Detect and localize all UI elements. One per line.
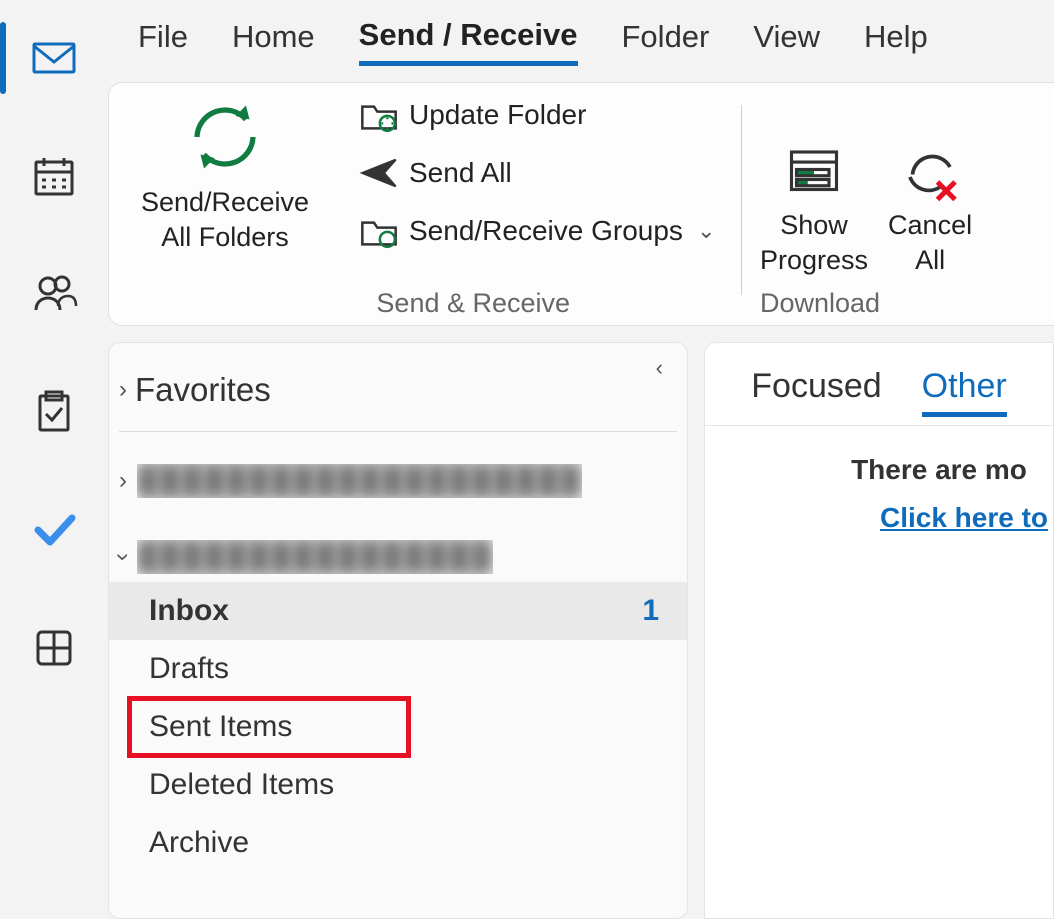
account-1-name: ████████████████████: [137, 464, 582, 498]
rail-people[interactable]: [24, 264, 84, 324]
chevron-right-icon: ›: [119, 376, 127, 404]
click-here-link[interactable]: Click here to: [705, 502, 1053, 534]
sync-cancel-icon: [900, 142, 960, 202]
check-icon: [30, 506, 78, 554]
send-icon: [359, 153, 399, 193]
folder-sent-items[interactable]: Sent Items: [129, 698, 409, 756]
cancel-all-button[interactable]: Cancel All: [888, 142, 972, 278]
message-list-pane: Focused Other There are mo Click here to: [704, 342, 1054, 919]
grid-icon: [30, 624, 78, 672]
clipboard-check-icon: [30, 388, 78, 436]
progress-window-icon: [784, 142, 844, 202]
send-all-label: Send All: [409, 157, 512, 189]
people-icon: [30, 270, 78, 318]
collapse-pane-button[interactable]: ‹: [656, 355, 663, 381]
folder-drafts[interactable]: Drafts: [109, 640, 687, 698]
favorites-label: Favorites: [135, 371, 271, 409]
menu-help[interactable]: Help: [864, 19, 928, 63]
folder-archive[interactable]: Archive: [109, 814, 687, 872]
folder-inbox[interactable]: Inbox 1: [109, 582, 687, 640]
mail-icon: [30, 34, 78, 82]
rail-tasks[interactable]: [24, 382, 84, 442]
show-progress-button[interactable]: Show Progress: [760, 142, 868, 278]
favorites-header[interactable]: › Favorites: [109, 353, 687, 427]
app-nav-rail: [0, 0, 108, 919]
account-2-name: ████████████████: [137, 540, 493, 574]
update-folder-button[interactable]: Update Folder: [359, 95, 715, 135]
menu-home[interactable]: Home: [232, 19, 315, 63]
rail-mail[interactable]: [24, 28, 84, 88]
send-receive-groups-button[interactable]: Send/Receive Groups ⌄: [359, 211, 715, 251]
folder-label: Inbox: [149, 594, 229, 628]
calendar-icon: [30, 152, 78, 200]
folder-pane: ‹ › Favorites › ████████████████████ › █…: [108, 342, 688, 919]
folder-sync-groups-icon: [359, 211, 399, 251]
menu-bar: File Home Send / Receive Folder View Hel…: [108, 0, 1054, 82]
send-receive-all-button[interactable]: Send/Receive All Folders: [141, 95, 309, 255]
folder-label: Archive: [149, 826, 249, 860]
chevron-down-icon: ›: [109, 553, 137, 561]
cancel-all-label: Cancel All: [888, 208, 972, 278]
chevron-right-icon: ›: [119, 467, 127, 495]
account-1-row[interactable]: › ████████████████████: [109, 456, 687, 506]
update-folder-label: Update Folder: [409, 99, 586, 131]
ribbon: Send/Receive All Folders Update Folder: [108, 82, 1054, 326]
menu-view[interactable]: View: [753, 19, 820, 63]
divider: [119, 431, 677, 432]
tab-focused[interactable]: Focused: [751, 367, 881, 417]
folder-label: Drafts: [149, 652, 229, 686]
focused-other-tabs: Focused Other: [705, 367, 1053, 426]
menu-send-receive[interactable]: Send / Receive: [359, 17, 578, 66]
chevron-down-icon: ⌄: [697, 218, 715, 244]
rail-calendar[interactable]: [24, 146, 84, 206]
account-2-row[interactable]: › ████████████████: [109, 532, 687, 582]
show-progress-label: Show Progress: [760, 208, 868, 278]
ribbon-group-label-download: Download: [760, 288, 880, 319]
send-receive-all-label: Send/Receive All Folders: [141, 185, 309, 255]
menu-folder[interactable]: Folder: [622, 19, 710, 63]
rail-apps[interactable]: [24, 618, 84, 678]
tab-other[interactable]: Other: [922, 367, 1007, 417]
send-all-button[interactable]: Send All: [359, 153, 715, 193]
folder-label: Sent Items: [149, 710, 292, 744]
ribbon-group-label-send-receive: Send & Receive: [376, 288, 570, 319]
folder-count: 1: [642, 594, 659, 628]
sync-large-icon: [183, 95, 267, 179]
rail-todo[interactable]: [24, 500, 84, 560]
menu-file[interactable]: File: [138, 19, 188, 63]
send-receive-groups-label: Send/Receive Groups: [409, 215, 683, 247]
folder-deleted-items[interactable]: Deleted Items: [109, 756, 687, 814]
folder-label: Deleted Items: [149, 768, 334, 802]
folder-sync-icon: [359, 95, 399, 135]
more-items-notice: There are mo: [705, 454, 1053, 486]
